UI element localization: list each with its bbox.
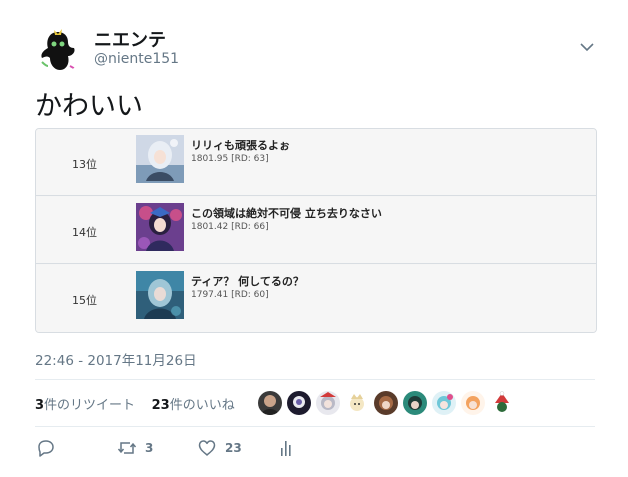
analytics-icon [281,441,291,456]
rank-position: 14位 [72,226,97,239]
ranking-row: 15位 ティア？ 何してるの？ 1797.41 [RD: 60] [36,265,596,332]
rank-title: ティア？ 何してるの？ [191,275,304,288]
tweet-text: かわいい [35,91,143,122]
ghost-character-icon [34,26,82,74]
display-name[interactable]: ニエンテ [94,26,166,52]
liker-avatar[interactable] [432,391,456,415]
rank-title: この領域は絶対不可侵 立ち去りなさい [191,207,382,220]
rank-position: 15位 [72,294,97,307]
reply-button[interactable] [36,437,56,459]
retweet-stat[interactable]: 3件のリツイート [35,398,135,413]
retweet-icon [117,442,137,454]
liker-avatar[interactable] [461,391,485,415]
rank-score: 1801.42 [RD: 66] [191,222,269,232]
ranking-row: 13位 リリィも頑張るよぉ 1801.95 [RD: 63] [36,129,596,196]
divider [35,426,595,427]
retweet-action-count: 3 [145,441,154,455]
character-thumbnail-icon [136,271,184,319]
like-count: 23 [151,398,170,413]
liker-avatar[interactable] [345,391,369,415]
character-thumbnail-icon [136,203,184,251]
divider [35,379,595,380]
engagement-stats: 3件のリツイート 23件のいいね [35,394,235,413]
retweet-label: 件のリツイート [44,398,136,413]
like-action-count: 23 [225,441,242,455]
liker-avatar[interactable] [403,391,427,415]
rank-title: リリィも頑張るよぉ [191,139,290,152]
liker-avatar[interactable] [287,391,311,415]
user-handle[interactable]: @niente151 [94,51,179,67]
reply-icon [38,440,54,457]
liker-avatar[interactable] [258,391,282,415]
user-avatar[interactable] [34,26,82,74]
retweet-button[interactable]: 3 [117,437,153,459]
like-button[interactable]: 23 [197,437,242,459]
analytics-button[interactable] [278,437,294,459]
rank-position: 13位 [72,158,97,171]
like-stat[interactable]: 23件のいいね [152,398,235,413]
rank-score: 1801.95 [RD: 63] [191,154,269,164]
chevron-down-icon[interactable] [576,36,598,58]
liker-avatar[interactable] [316,391,340,415]
liker-avatar[interactable] [490,391,514,415]
character-thumbnail-icon [136,135,184,183]
heart-icon [198,440,216,456]
retweet-count: 3 [35,398,45,413]
ranking-row: 14位 この領域は絶対不可侵 立ち去りなさい 1801.42 [RD: 66] [36,197,596,264]
embedded-ranking-image[interactable]: 13位 リリィも頑張るよぉ 1801.95 [RD: 63] 14位 この領域は… [35,128,597,333]
like-label: 件のいいね [169,398,235,413]
liker-avatar[interactable] [374,391,398,415]
rank-score: 1797.41 [RD: 60] [191,290,269,300]
tweet-timestamp[interactable]: 22:46 - 2017年11月26日 [35,349,197,369]
